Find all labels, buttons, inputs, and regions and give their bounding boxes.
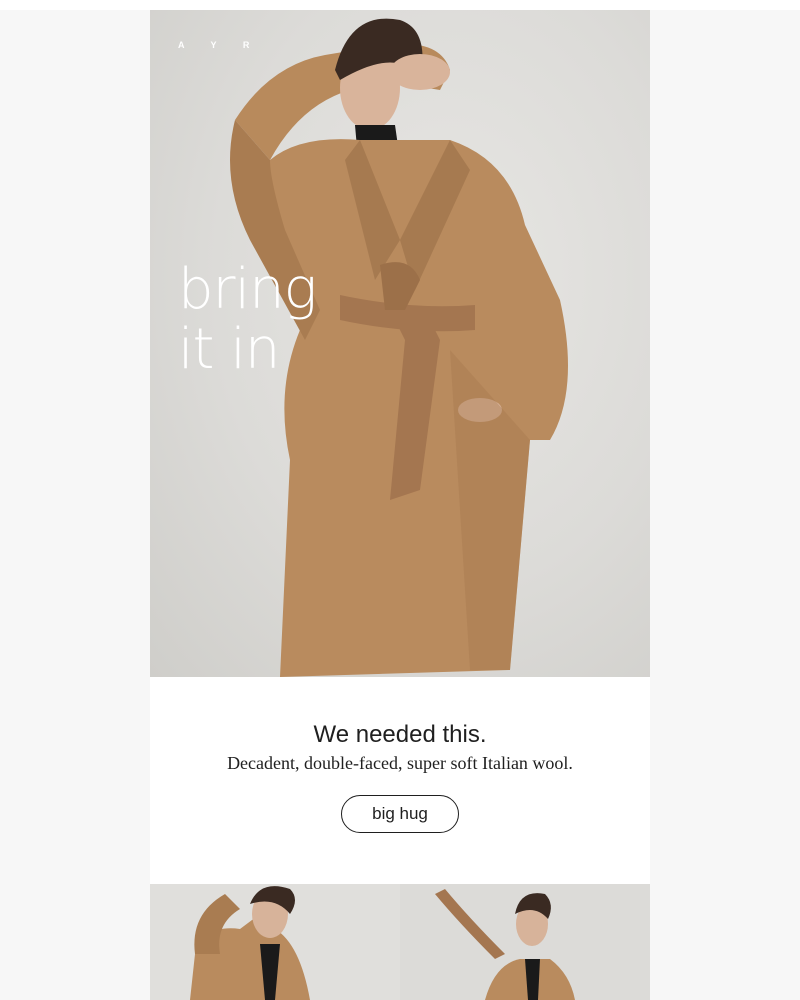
product-tiles	[150, 884, 650, 1000]
product-tile-right[interactable]	[400, 884, 650, 1000]
hero-headline-line2: it in	[178, 317, 280, 382]
section-title: We needed this.	[313, 721, 487, 748]
hero-headline-line1: bring	[178, 257, 317, 322]
big-hug-button[interactable]: big hug	[341, 795, 459, 833]
section-subtitle: Decadent, double-faced, super soft Itali…	[227, 753, 573, 773]
tile-image-left	[150, 884, 400, 1000]
hero-banner[interactable]: A Y R bring it in	[150, 10, 650, 677]
brand-logo[interactable]: A Y R	[178, 40, 261, 50]
hero-headline: bring it in	[178, 257, 317, 382]
email-container: A Y R bring it in We needed this. Decade…	[150, 10, 650, 1000]
product-tile-left[interactable]	[150, 884, 400, 1000]
top-bar	[0, 0, 800, 10]
copy-section: We needed this. Decadent, double-faced, …	[150, 677, 650, 884]
tile-image-right	[400, 884, 650, 1000]
